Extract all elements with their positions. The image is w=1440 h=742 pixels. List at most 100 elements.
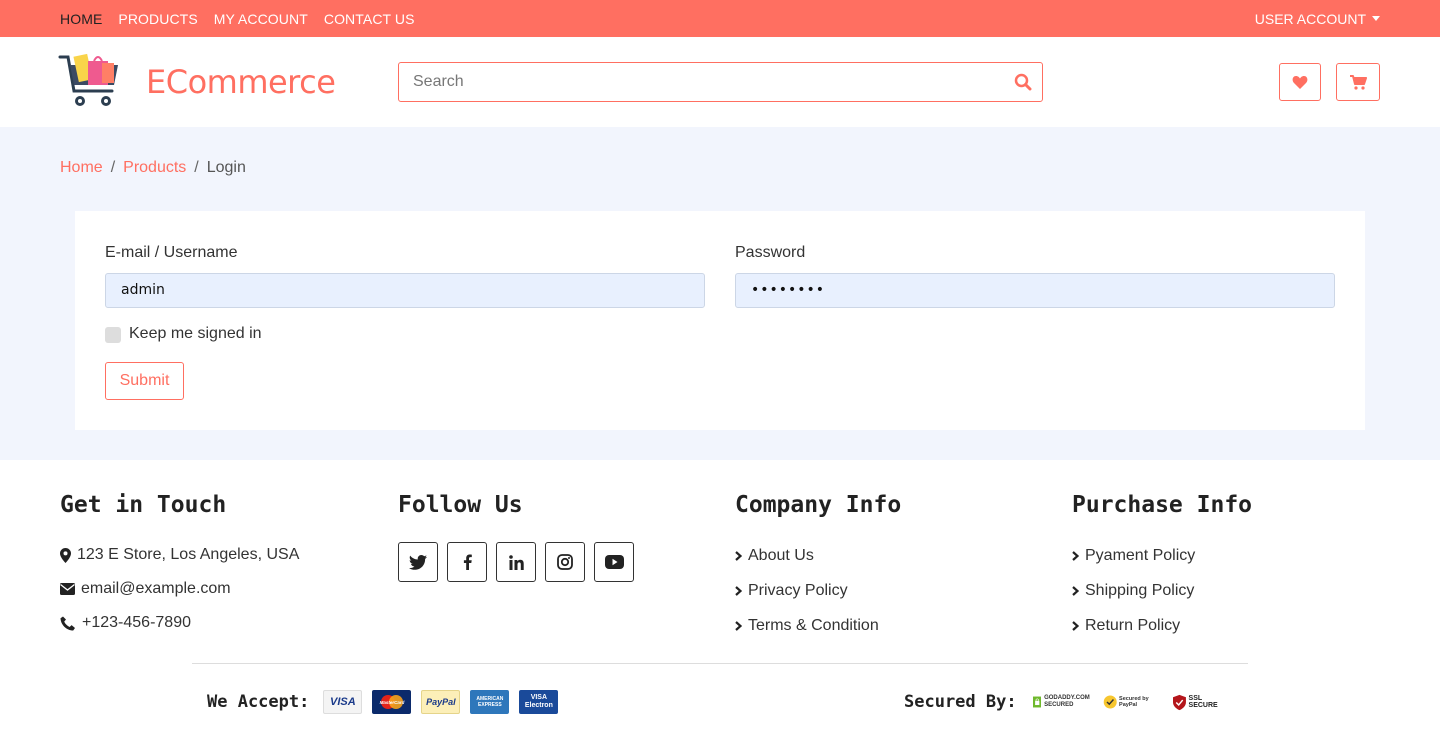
ssl-seal: SSL SECURE — [1172, 690, 1225, 714]
email-label: E-mail / Username — [105, 244, 238, 261]
remember-checkbox[interactable] — [105, 327, 121, 343]
footer-link-payment-policy[interactable]: Pyament Policy — [1072, 538, 1252, 573]
youtube-icon — [604, 555, 624, 569]
linkedin-button[interactable] — [496, 542, 536, 582]
chevron-right-icon — [735, 550, 742, 561]
search-icon[interactable] — [1014, 73, 1032, 91]
ssl-text: SSL SECURE — [1188, 695, 1218, 709]
amex-logo: AMERICAN EXPRESS — [470, 690, 510, 714]
chevron-right-icon — [1072, 550, 1079, 561]
breadcrumb: Home / Products / Login — [60, 159, 246, 177]
address-text: 123 E Store, Los Angeles, USA — [77, 546, 300, 563]
wishlist-button[interactable] — [1279, 63, 1321, 101]
footer-link-terms[interactable]: Terms & Condition — [735, 608, 901, 643]
accept-label: We Accept: — [207, 692, 310, 712]
user-account-dropdown[interactable]: USER ACCOUNT — [1255, 0, 1380, 37]
footer-phone: +123-456-7890 — [60, 606, 299, 640]
chevron-right-icon — [735, 585, 742, 596]
footer-company-column: Company Info About Us Privacy Policy Ter… — [735, 492, 901, 643]
facebook-button[interactable] — [447, 542, 487, 582]
site-footer: Get in Touch 123 E Store, Los Angeles, U… — [0, 460, 1440, 742]
search-box — [398, 62, 1043, 102]
footer-link-label: About Us — [748, 546, 814, 564]
footer-link-return-policy[interactable]: Return Policy — [1072, 608, 1252, 643]
chevron-right-icon — [1072, 620, 1079, 631]
footer-link-privacy[interactable]: Privacy Policy — [735, 573, 901, 608]
top-nav: HOME PRODUCTS MY ACCOUNT CONTACT US — [60, 0, 415, 37]
shopping-cart-logo-icon[interactable] — [58, 51, 122, 111]
footer-link-label: Pyament Policy — [1085, 546, 1196, 564]
payment-methods: We Accept: VISA MasterCard PayPal AMERIC… — [207, 690, 559, 714]
visa-logo: VISA — [323, 690, 363, 714]
heart-icon — [1292, 75, 1308, 89]
breadcrumb-separator: / — [194, 159, 199, 176]
security-seals: Secured By: GODADDY.COM SECURED Secured … — [904, 690, 1225, 714]
submit-button[interactable]: Submit — [105, 362, 184, 400]
breadcrumb-home[interactable]: Home — [60, 159, 103, 177]
phone-icon — [60, 616, 75, 630]
password-field[interactable]: •••••••• — [735, 273, 1335, 308]
shield-icon — [1172, 694, 1186, 710]
footer-heading: Follow Us — [398, 492, 523, 518]
footer-link-shipping-policy[interactable]: Shipping Policy — [1072, 573, 1252, 608]
email-field[interactable]: admin — [105, 273, 705, 308]
instagram-button[interactable] — [545, 542, 585, 582]
godaddy-seal: GODADDY.COM SECURED — [1032, 690, 1091, 714]
youtube-button[interactable] — [594, 542, 634, 582]
instagram-icon — [557, 554, 573, 570]
envelope-icon — [60, 583, 75, 595]
lock-icon — [1032, 696, 1042, 708]
footer-divider — [192, 663, 1248, 664]
phone-text: +123-456-7890 — [82, 614, 191, 631]
caret-down-icon — [1372, 16, 1380, 21]
top-navbar: HOME PRODUCTS MY ACCOUNT CONTACT US USER… — [0, 0, 1440, 37]
cart-icon — [1349, 74, 1367, 90]
twitter-button[interactable] — [398, 542, 438, 582]
footer-purchase-column: Purchase Info Pyament Policy Shipping Po… — [1072, 492, 1252, 643]
email-text[interactable]: email@example.com — [81, 580, 231, 598]
twitter-icon — [409, 554, 427, 570]
footer-link-about[interactable]: About Us — [735, 538, 901, 573]
footer-link-label: Return Policy — [1085, 616, 1181, 634]
remember-label[interactable]: Keep me signed in — [129, 325, 262, 343]
search-input[interactable] — [399, 63, 989, 101]
brand-name[interactable]: ECommerce — [146, 63, 336, 101]
paypal-logo: PayPal — [421, 690, 461, 714]
mastercard-text: MasterCard — [379, 700, 404, 705]
linkedin-icon — [508, 554, 524, 570]
footer-link-label: Terms & Condition — [748, 616, 879, 634]
user-account-label: USER ACCOUNT — [1254, 10, 1366, 27]
social-links — [398, 542, 634, 582]
main-content: Home / Products / Login E-mail / Usernam… — [0, 127, 1440, 460]
footer-link-label: Privacy Policy — [748, 581, 848, 599]
facebook-icon — [463, 554, 472, 570]
chevron-right-icon — [735, 620, 742, 631]
password-label: Password — [735, 244, 806, 261]
breadcrumb-products[interactable]: Products — [123, 159, 186, 177]
map-marker-icon — [60, 547, 71, 563]
breadcrumb-separator: / — [110, 159, 116, 176]
paypal-verified-seal: Secured by PayPal — [1103, 690, 1155, 714]
footer-heading: Get in Touch — [60, 492, 227, 518]
secured-label: Secured By: — [904, 692, 1017, 712]
footer-address: 123 E Store, Los Angeles, USA — [60, 538, 299, 572]
footer-contact-column: Get in Touch 123 E Store, Los Angeles, U… — [60, 492, 299, 640]
site-header: ECommerce — [0, 37, 1440, 127]
mastercard-logo: MasterCard — [372, 690, 412, 714]
nav-products[interactable]: PRODUCTS — [118, 11, 197, 27]
paypal-verified-text: Secured by PayPal — [1119, 696, 1149, 708]
nav-contact-us[interactable]: CONTACT US — [324, 11, 415, 27]
nav-home[interactable]: HOME — [60, 11, 102, 27]
verified-badge-icon — [1103, 695, 1117, 709]
nav-my-account[interactable]: MY ACCOUNT — [214, 11, 308, 27]
visa-electron-logo: VISA Electron — [519, 690, 559, 714]
cart-button[interactable] — [1336, 63, 1380, 101]
login-form: E-mail / Username admin Password •••••••… — [75, 211, 1365, 430]
footer-heading: Company Info — [735, 492, 902, 518]
footer-email: email@example.com — [60, 572, 299, 606]
footer-follow-column: Follow Us — [398, 492, 634, 582]
footer-heading: Purchase Info — [1072, 492, 1253, 518]
footer-link-label: Shipping Policy — [1085, 581, 1195, 599]
chevron-right-icon — [1072, 585, 1079, 596]
godaddy-text: GODADDY.COM SECURED — [1044, 695, 1090, 708]
